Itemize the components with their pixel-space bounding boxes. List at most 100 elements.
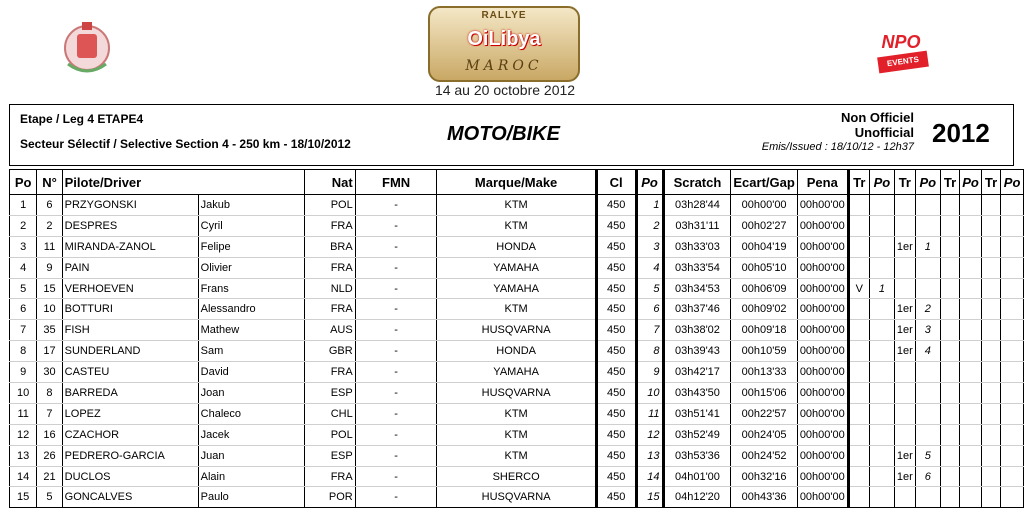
cell-po1 (868, 340, 895, 363)
cell-po4 (1000, 278, 1024, 300)
col-po4: Po (1000, 169, 1024, 195)
cell-po: 12 (8, 424, 38, 446)
cell-scratch: 03h39'43 (662, 340, 732, 363)
cell-first-name: Paulo (197, 486, 306, 509)
cell-gap: 00h13'33 (730, 361, 798, 384)
cell-number: 8 (36, 382, 63, 404)
cell-tr2 (893, 278, 916, 300)
cell-make: SHERCO (436, 466, 598, 488)
cell-po: 13 (8, 445, 38, 467)
cell-gap: 00h00'00 (730, 194, 798, 216)
cell-po: 2 (8, 215, 38, 237)
cell-scratch: 03h33'54 (662, 257, 732, 279)
cell-tr4 (980, 257, 1002, 279)
cell-tr4 (980, 319, 1002, 342)
stage-section: Secteur Sélectif / Selective Section 4 -… (20, 137, 351, 151)
cell-po2: 3 (914, 319, 941, 342)
cell-tr4 (980, 298, 1002, 321)
cell-scratch: 03h52'49 (662, 424, 732, 446)
cell-po1 (868, 361, 895, 384)
cell-fmn: - (354, 424, 438, 446)
cell-po4 (1000, 340, 1024, 363)
cell-last-name: MIRANDA-ZANOL (61, 236, 199, 258)
cell-po1 (868, 424, 895, 446)
cell-tr3 (939, 298, 961, 321)
cell-class-po: 15 (635, 486, 665, 509)
cell-scratch: 03h42'17 (662, 361, 732, 384)
cell-number: 16 (36, 424, 63, 446)
cell-po3 (959, 298, 982, 321)
rally-logo-top-text: RALLYE (481, 10, 527, 21)
event-dates: 14 au 20 octobre 2012 (434, 82, 576, 98)
cell-tr2 (893, 382, 916, 404)
cell-class-po: 12 (635, 424, 665, 446)
cell-tr2 (893, 361, 916, 384)
cell-last-name: PAIN (61, 257, 199, 279)
cell-tr4 (980, 236, 1002, 258)
cell-first-name: Chaleco (197, 403, 306, 425)
rally-logo-bottom-text: MAROC (465, 58, 543, 74)
cell-po4 (1000, 382, 1024, 404)
cell-tr3 (939, 236, 961, 258)
cell-scratch: 04h12'20 (662, 486, 732, 509)
cell-class: 450 (595, 340, 638, 363)
cell-number: 6 (36, 194, 63, 216)
cell-po3 (959, 215, 982, 237)
cell-fmn: - (354, 445, 438, 467)
cell-gap: 00h22'57 (730, 403, 798, 425)
cell-number: 11 (36, 236, 63, 258)
cell-first-name: Cyril (197, 215, 306, 237)
cell-first-name: Jacek (197, 424, 306, 446)
issued-time: Emis/Issued : 18/10/12 - 12h37 (761, 141, 914, 153)
cell-tr2: 1er (893, 319, 916, 342)
cell-number: 15 (36, 278, 63, 300)
cell-po: 14 (8, 466, 38, 488)
cell-tr4 (980, 340, 1002, 363)
cell-tr3 (939, 466, 961, 488)
cell-scratch: 03h33'03 (662, 236, 732, 258)
cell-tr3 (939, 319, 961, 342)
cell-po: 11 (8, 403, 38, 425)
col-nat: Nat (304, 169, 356, 195)
cell-tr4 (980, 278, 1002, 300)
cell-po3 (959, 486, 982, 509)
col-tr1: Tr (847, 169, 870, 195)
cell-tr2 (893, 215, 916, 237)
cell-class-po: 6 (635, 298, 665, 321)
cell-tr3 (939, 382, 961, 404)
cell-make: KTM (436, 445, 598, 467)
cell-gap: 00h05'10 (730, 257, 798, 279)
cell-gap: 00h04'19 (730, 236, 798, 258)
cell-fmn: - (354, 361, 438, 384)
cell-penalty: 00h00'00 (796, 445, 850, 467)
cell-tr1 (847, 298, 870, 321)
cell-scratch: 03h37'46 (662, 298, 732, 321)
cell-tr1 (847, 236, 870, 258)
cell-first-name: Alessandro (197, 298, 306, 321)
cell-number: 7 (36, 403, 63, 425)
cell-make: HONDA (436, 236, 598, 258)
col-gap: Ecart/Gap (730, 169, 798, 195)
cell-tr3 (939, 278, 961, 300)
cell-class: 450 (595, 257, 638, 279)
cell-po3 (959, 403, 982, 425)
cell-penalty: 00h00'00 (796, 278, 850, 300)
cell-tr1 (847, 361, 870, 384)
cell-scratch: 03h43'50 (662, 382, 732, 404)
cell-make: YAMAHA (436, 278, 598, 300)
cell-number: 35 (36, 319, 63, 342)
cell-class: 450 (595, 194, 638, 216)
cell-tr1 (847, 257, 870, 279)
cell-po3 (959, 382, 982, 404)
federation-emblem-icon (64, 22, 110, 73)
cell-penalty: 00h00'00 (796, 340, 850, 363)
cell-tr1 (847, 215, 870, 237)
cell-penalty: 00h00'00 (796, 215, 850, 237)
cell-make: KTM (436, 403, 598, 425)
cell-po2 (914, 382, 941, 404)
cell-po2 (914, 361, 941, 384)
cell-class-po: 14 (635, 466, 665, 488)
col-driver: Pilote/Driver (61, 169, 306, 195)
cell-po4 (1000, 403, 1024, 425)
col-po3: Po (959, 169, 982, 195)
